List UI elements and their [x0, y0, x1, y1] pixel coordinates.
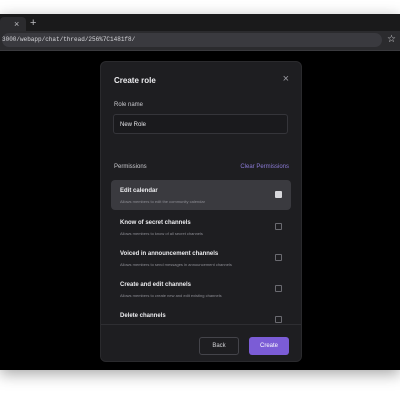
permission-item-edit-calendar[interactable]: Edit calendar Allows members to edit the… — [111, 180, 291, 210]
permission-description: Allows members to create new and edit ex… — [120, 293, 222, 298]
role-name-input[interactable]: New Role — [113, 114, 288, 134]
address-bar: 3000/webapp/chat/thread/256%7C1481f8/ ☆ — [0, 31, 400, 51]
permission-name: Know of secret channels — [120, 220, 191, 226]
permission-name: Delete channels — [120, 313, 166, 319]
dialog-footer: Back Create — [101, 324, 301, 361]
clear-permissions-link[interactable]: Clear Permissions — [240, 164, 289, 170]
permission-name: Voiced in announcement channels — [120, 251, 219, 257]
permission-checkbox[interactable] — [275, 223, 282, 230]
permission-description: Allows members to send messages in annou… — [120, 262, 232, 267]
url-field[interactable]: 3000/webapp/chat/thread/256%7C1481f8/ — [2, 33, 382, 47]
create-role-dialog: Create role × Role name New Role Permiss… — [100, 61, 302, 362]
permission-name: Edit calendar — [120, 188, 158, 194]
permission-checkbox[interactable] — [275, 254, 282, 261]
permission-description: Allows members to know of all secret cha… — [120, 231, 203, 236]
tab-bar: × + — [0, 14, 400, 31]
close-icon[interactable]: × — [283, 73, 289, 85]
permission-name: Create and edit channels — [120, 282, 192, 288]
permission-checkbox[interactable] — [275, 285, 282, 292]
permissions-list: Edit calendar Allows members to edit the… — [111, 180, 291, 323]
new-tab-icon[interactable]: + — [30, 16, 36, 30]
permission-item-create-edit-channels[interactable]: Create and edit channels Allows members … — [111, 274, 291, 304]
close-tab-icon[interactable]: × — [14, 18, 19, 30]
bookmark-star-icon[interactable]: ☆ — [387, 34, 396, 46]
create-button[interactable]: Create — [249, 337, 289, 355]
back-button[interactable]: Back — [199, 337, 239, 355]
permission-description: Allows members to edit the community cal… — [120, 199, 205, 204]
role-name-label: Role name — [114, 102, 144, 108]
permission-checkbox[interactable] — [275, 316, 282, 323]
permission-checkbox[interactable] — [275, 191, 282, 198]
dialog-title: Create role — [114, 76, 156, 85]
permission-item-know-secret-channels[interactable]: Know of secret channels Allows members t… — [111, 212, 291, 242]
permissions-label: Permissions — [114, 164, 147, 170]
permission-item-voiced-announcement[interactable]: Voiced in announcement channels Allows m… — [111, 243, 291, 273]
permission-item-delete-channels[interactable]: Delete channels — [111, 305, 291, 323]
browser-tab[interactable]: × — [0, 17, 26, 31]
